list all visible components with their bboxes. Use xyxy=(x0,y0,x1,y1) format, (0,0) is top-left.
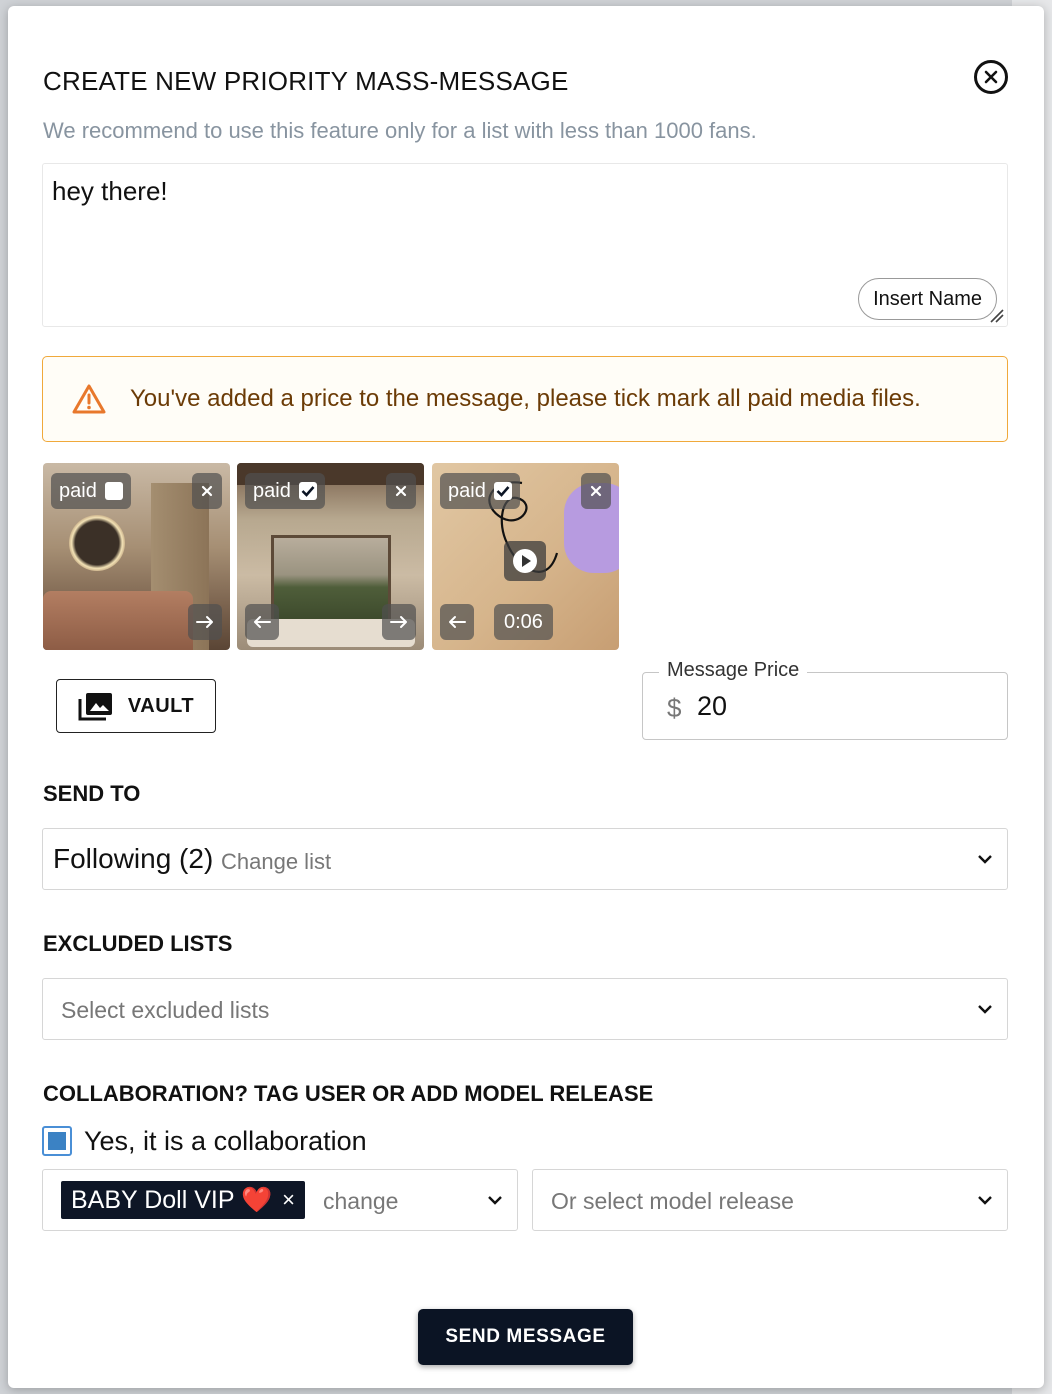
close-icon xyxy=(590,485,602,497)
change-tag-link[interactable]: change xyxy=(323,1188,398,1215)
paid-toggle[interactable]: paid xyxy=(245,473,325,509)
insert-name-button[interactable]: Insert Name xyxy=(858,278,997,320)
paid-toggle[interactable]: paid xyxy=(51,473,131,509)
remove-media-button[interactable] xyxy=(581,473,611,509)
excluded-lists-heading: EXCLUDED LISTS xyxy=(43,931,233,956)
send-to-heading: SEND TO xyxy=(43,781,141,806)
paid-label: paid xyxy=(253,479,291,502)
collaboration-checkbox[interactable] xyxy=(42,1126,72,1156)
model-release-select[interactable]: Or select model release xyxy=(532,1169,1008,1231)
model-release-placeholder: Or select model release xyxy=(551,1188,794,1214)
change-list-link[interactable]: Change list xyxy=(221,849,331,875)
paid-checkbox[interactable] xyxy=(493,482,512,500)
paid-label: paid xyxy=(448,479,486,502)
user-tag-label: BABY Doll VIP ❤️ xyxy=(71,1185,273,1214)
vault-label: VAULT xyxy=(127,694,195,717)
move-right-button[interactable] xyxy=(188,604,222,640)
close-icon xyxy=(984,70,998,84)
paid-checkbox[interactable] xyxy=(104,482,123,500)
message-text[interactable]: hey there! xyxy=(52,176,168,207)
dialog-subtitle: We recommend to use this feature only fo… xyxy=(43,118,757,143)
user-tag: BABY Doll VIP ❤️ × xyxy=(61,1181,305,1219)
arrow-left-icon xyxy=(254,616,271,628)
close-button[interactable] xyxy=(974,60,1008,94)
dialog-title: CREATE NEW PRIORITY MASS-MESSAGE xyxy=(43,66,569,96)
paid-label: paid xyxy=(59,479,97,502)
move-left-button[interactable] xyxy=(440,604,474,640)
paid-checkbox[interactable] xyxy=(298,482,317,500)
tag-user-select[interactable]: BABY Doll VIP ❤️ × change xyxy=(42,1169,518,1231)
move-right-button[interactable] xyxy=(382,604,416,640)
excluded-placeholder: Select excluded lists xyxy=(61,997,270,1023)
play-button[interactable] xyxy=(504,541,546,581)
price-label: Message Price xyxy=(659,659,808,682)
selected-list: Following (2) xyxy=(53,843,214,874)
video-duration: 0:06 xyxy=(494,604,553,640)
warning-triangle-icon xyxy=(72,384,106,414)
remove-media-button[interactable] xyxy=(386,473,416,509)
close-icon xyxy=(201,485,213,497)
excluded-lists-select[interactable]: Select excluded lists xyxy=(42,978,1008,1040)
chevron-down-icon xyxy=(978,1005,992,1014)
remove-media-button[interactable] xyxy=(192,473,222,509)
price-input[interactable]: 20 xyxy=(697,691,727,722)
arrow-left-icon xyxy=(449,616,466,628)
vault-button[interactable]: VAULT xyxy=(56,679,216,733)
collaboration-heading: COLLABORATION? TAG USER OR ADD MODEL REL… xyxy=(43,1081,654,1106)
photo-library-icon xyxy=(78,693,112,721)
send-to-select[interactable]: Following (2) Change list xyxy=(42,828,1008,890)
media-thumbnail-video[interactable]: paid 0:06 xyxy=(432,463,619,650)
paid-toggle[interactable]: paid xyxy=(440,473,520,509)
resize-handle-icon[interactable] xyxy=(987,306,1005,324)
play-icon xyxy=(513,549,537,573)
close-icon xyxy=(395,485,407,497)
checkmark-icon xyxy=(496,486,510,497)
media-thumbnail[interactable]: paid xyxy=(237,463,424,650)
chevron-down-icon xyxy=(488,1196,502,1205)
message-price-field[interactable]: Message Price $ 20 xyxy=(642,659,1008,740)
price-warning-alert: You've added a price to the message, ple… xyxy=(42,356,1008,442)
arrow-right-icon xyxy=(390,616,407,628)
move-left-button[interactable] xyxy=(245,604,279,640)
media-thumbnail[interactable]: paid xyxy=(43,463,230,650)
chevron-down-icon xyxy=(978,1196,992,1205)
collaboration-checkbox-label[interactable]: Yes, it is a collaboration xyxy=(84,1126,367,1157)
currency-symbol: $ xyxy=(667,693,682,723)
checkmark-icon xyxy=(301,486,315,497)
message-textarea[interactable]: hey there! Insert Name xyxy=(42,163,1008,327)
alert-text: You've added a price to the message, ple… xyxy=(130,385,921,412)
remove-tag-button[interactable]: × xyxy=(282,1187,295,1213)
send-message-button[interactable]: SEND MESSAGE xyxy=(418,1309,633,1365)
chevron-down-icon xyxy=(978,855,992,864)
arrow-right-icon xyxy=(196,616,213,628)
mass-message-dialog: CREATE NEW PRIORITY MASS-MESSAGE We reco… xyxy=(8,6,1044,1388)
